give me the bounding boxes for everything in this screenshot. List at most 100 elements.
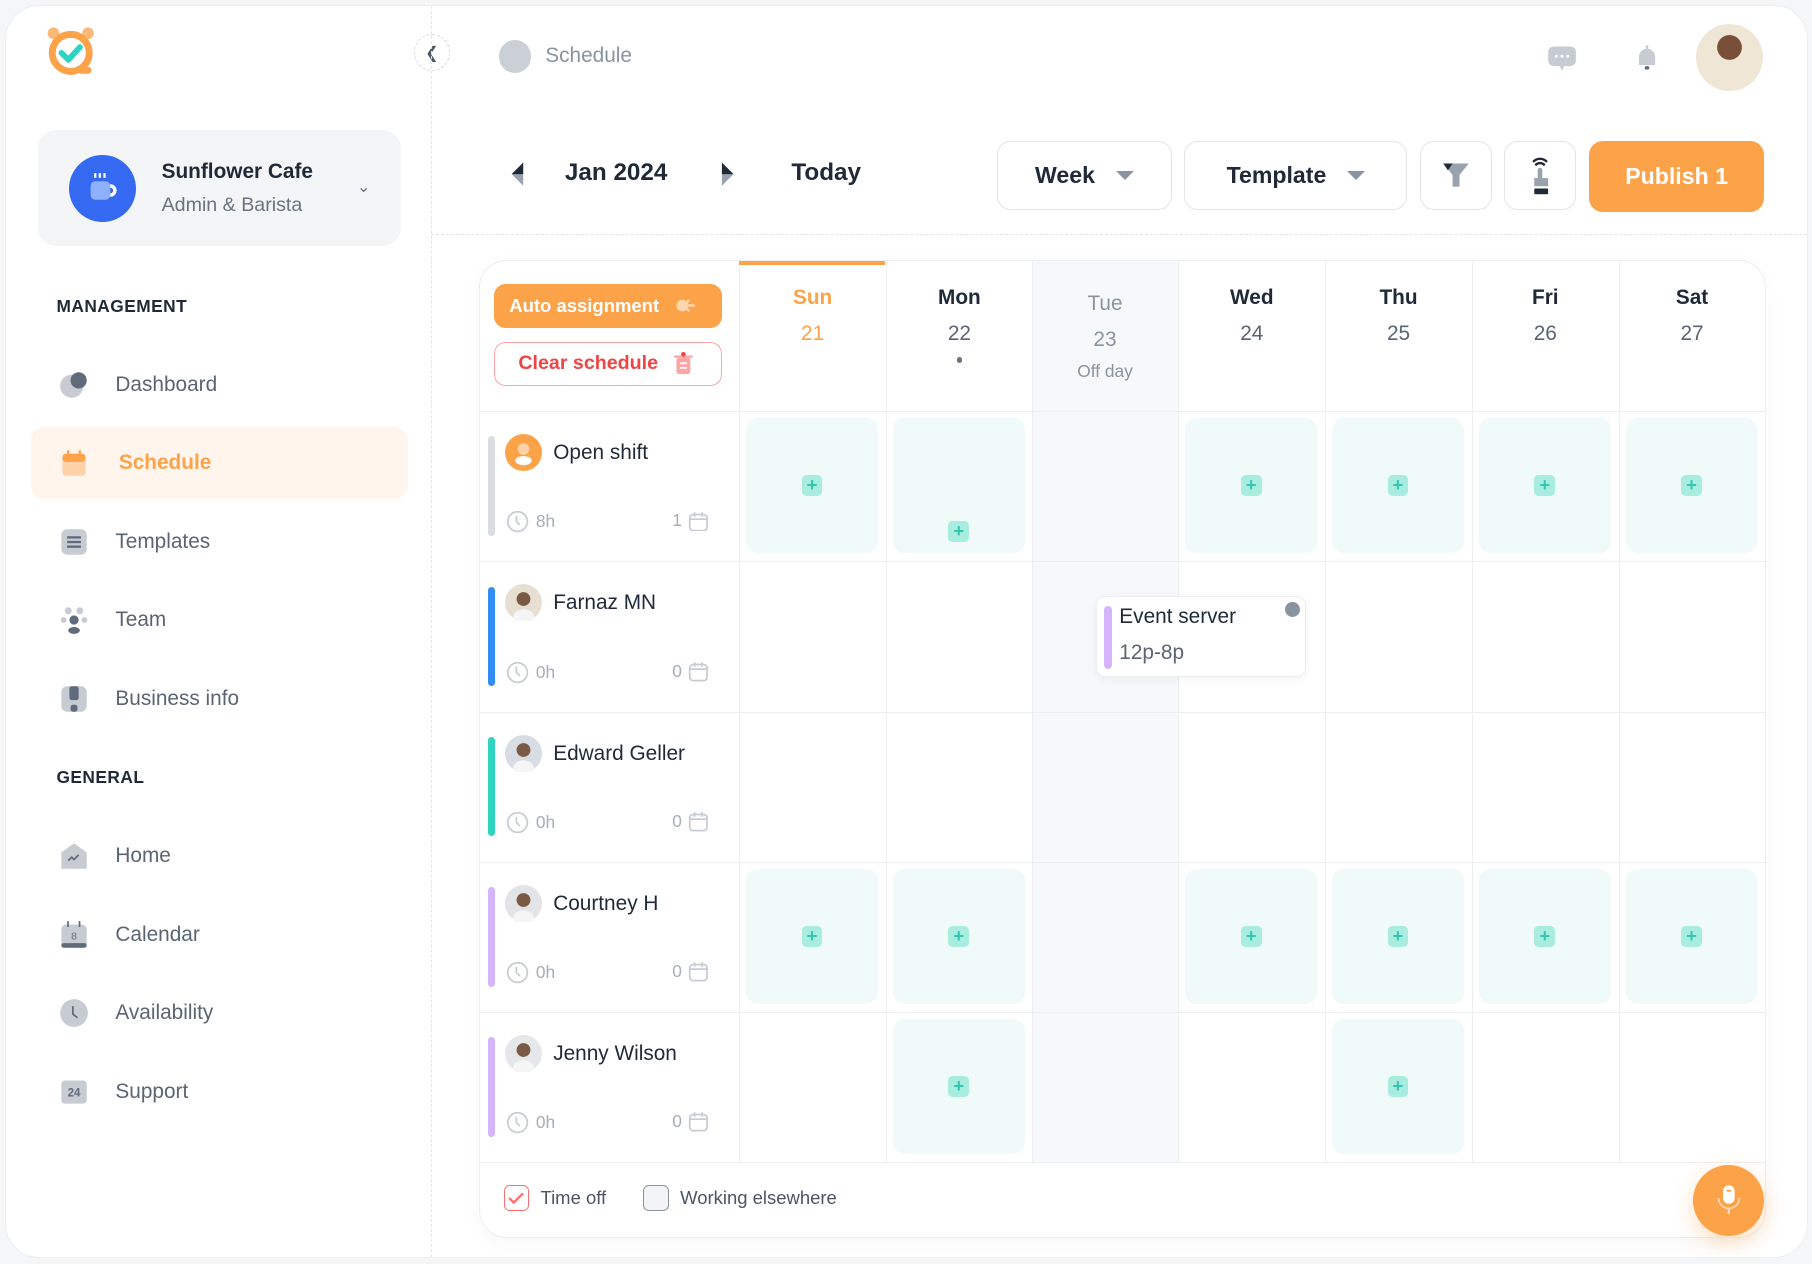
day-name: Tue [1087,292,1123,316]
employee-hours: 0h [506,661,555,684]
day-date: 25 [1386,321,1411,345]
employee-row-header[interactable]: Jenny Wilson 0h 0 [480,1012,739,1161]
add-shift-slot[interactable]: + [1478,417,1611,554]
sidebar-item-dashboard[interactable]: Dashboard [31,349,408,421]
template-select[interactable]: Template [1184,140,1408,211]
publish-button[interactable]: Publish 1 [1588,140,1765,213]
employee-row-header[interactable]: Farnaz MN 0h 0 [480,561,739,710]
day-date: 23 [1093,327,1117,351]
sidebar-item-business-info[interactable]: Business info [31,663,408,735]
employee-shift-count: 1 [672,510,708,532]
auto-assignment-label: Auto assignment [509,294,660,316]
bell-icon[interactable] [1632,43,1662,73]
add-shift-slot[interactable]: + [892,868,1025,1004]
count-value: 0 [672,1111,682,1132]
pie-chart-icon [59,370,89,400]
add-shift-slot[interactable]: + [1332,417,1464,554]
day-header-thu[interactable]: Thu 25 [1325,261,1472,411]
employee-color-bar [488,586,496,687]
add-shift-slot[interactable]: + [1625,868,1758,1004]
filter-button[interactable] [1420,140,1492,211]
sidebar-item-schedule[interactable]: Schedule [31,427,408,500]
support-24-icon: 24 [59,1077,89,1107]
org-role: Admin & Barista [161,193,303,216]
sidebar-item-home[interactable]: Home [31,820,408,892]
employee-color-bar [488,887,496,987]
employee-avatar [504,884,542,925]
employee-hours: 0h [506,811,555,834]
row-divider [480,1162,1766,1164]
plus-icon: + [948,926,970,947]
next-week-button[interactable] [715,158,738,190]
sidebar-item-label: Schedule [118,451,212,475]
employee-name: Farnaz MN [553,591,657,615]
clear-schedule-button[interactable]: Clear schedule [494,341,722,386]
day-header-mon[interactable]: Mon 22 [886,261,1033,411]
search-bar[interactable]: Schedule [499,40,632,73]
add-shift-slot[interactable]: + [746,417,878,554]
employee-row-header[interactable]: Courtney H 0h 0 [480,862,739,1011]
calendar-date-icon: 8 [59,920,89,950]
search-input[interactable]: Schedule [545,44,632,68]
clock-icon [59,998,89,1028]
event-color-bar [1104,606,1113,669]
home-icon [59,841,89,871]
add-shift-slot[interactable]: + [1332,1018,1464,1155]
day-name: Sun [792,286,833,310]
plus-icon: + [1240,475,1262,496]
calendar-small-icon [688,962,708,982]
employee-row-header[interactable]: Open shift 8h 1 [480,411,739,560]
collapse-sidebar-button[interactable]: ❮ [413,34,451,72]
employee-avatar [504,734,542,774]
shift-event[interactable]: Event server 12p-8p [1096,595,1307,677]
plus-icon: + [1387,926,1409,947]
day-name: Fri [1531,286,1559,310]
section-title-general: GENERAL [56,767,145,788]
employee-name: Courtney H [553,891,659,915]
day-header-wed[interactable]: Wed 24 [1178,261,1325,411]
sidebar-item-team[interactable]: Team [31,585,408,657]
add-shift-slot[interactable]: + [1185,417,1318,554]
clock-icon [506,1112,529,1134]
add-shift-slot[interactable]: + [1332,868,1464,1004]
plus-icon: + [801,475,823,496]
working-elsewhere-box-icon [643,1185,669,1211]
chat-icon[interactable] [1547,43,1577,73]
add-shift-slot[interactable]: + [892,1018,1025,1155]
today-button[interactable]: Today [791,159,861,187]
organization-switcher[interactable]: Sunflower Cafe Admin & Barista ⌄ [37,130,401,246]
employee-name: Open shift [553,441,648,465]
plus-icon: + [1534,475,1556,496]
employee-row-header[interactable]: Edward Geller 0h 0 [480,712,739,861]
store-icon [59,684,89,714]
user-avatar[interactable] [1696,24,1764,92]
day-header-sun[interactable]: Sun 21 [739,261,886,411]
clock-icon [506,811,529,834]
calendar-small-icon [688,511,708,532]
day-header-fri[interactable]: Fri 26 [1472,261,1619,411]
plus-icon: + [948,1076,970,1097]
calendar-small-icon [688,812,708,832]
add-shift-slot[interactable]: + [1625,417,1758,554]
time-off-checkbox-icon [503,1185,529,1211]
add-shift-slot[interactable]: + [892,417,1025,554]
day-header-tue[interactable]: Tue 23 Off day [1032,261,1179,411]
day-header-sat[interactable]: Sat 27 [1619,261,1766,411]
previous-week-button[interactable] [507,158,530,190]
sidebar-item-calendar[interactable]: 8 Calendar [31,899,408,971]
sidebar-item-support[interactable]: 24 Support [31,1056,408,1128]
add-shift-slot[interactable]: + [746,868,878,1004]
sidebar-item-templates[interactable]: Templates [31,506,408,578]
legend-working-elsewhere: Working elsewhere [680,1187,837,1209]
view-select[interactable]: Week [997,140,1172,211]
employee-shift-count: 0 [672,961,708,982]
plus-icon: + [1387,475,1409,496]
event-status-dot [1284,601,1300,617]
app-window: ❮ Sunflower Cafe Admin & Barista ⌄ MANAG… [4,4,1809,1259]
sidebar-item-availability[interactable]: Availability [31,977,408,1049]
auto-assignment-button[interactable]: Auto assignment [494,283,722,328]
tap-action-button[interactable] [1504,140,1577,211]
sidebar-item-label: Team [115,608,167,632]
add-shift-slot[interactable]: + [1185,868,1318,1004]
add-shift-slot[interactable]: + [1478,868,1611,1004]
